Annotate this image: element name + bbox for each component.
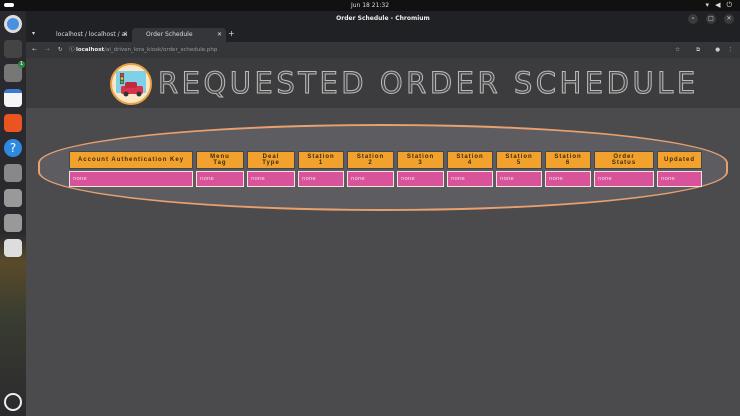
back-button[interactable]: ←: [32, 42, 37, 58]
close-tab-icon[interactable]: ✕: [123, 28, 128, 42]
close-window-button[interactable]: ✕: [724, 14, 734, 24]
column-header: Station 2: [347, 151, 394, 169]
table-cell: none: [594, 171, 654, 187]
window-titlebar: Order Schedule - Chromium – □ ✕: [26, 11, 740, 27]
tab-search-button[interactable]: ▾: [32, 30, 35, 37]
tab-phpmyadmin[interactable]: localhost / localhost / ai ✕: [42, 28, 132, 42]
dock: 1 ?: [0, 11, 26, 416]
url-field[interactable]: localhost/ai_driven_lora_kiosk/order_sch…: [76, 42, 217, 58]
extensions-icon[interactable]: ⧉: [696, 42, 700, 58]
app-icon[interactable]: [4, 189, 22, 207]
tab-label: Order Schedule: [146, 31, 193, 38]
column-header: Menu Tag: [196, 151, 244, 169]
wifi-icon: ▾: [705, 1, 710, 9]
table-cell: none: [347, 171, 394, 187]
table-cell: none: [447, 171, 493, 187]
column-header: Updated: [657, 151, 702, 169]
page-content: REQUESTED ORDER SCHEDULE Account Authent…: [26, 58, 740, 416]
column-header: Station 5: [496, 151, 542, 169]
maximize-button[interactable]: □: [706, 14, 716, 24]
column-header: Order Status: [594, 151, 654, 169]
schedule-panel: Account Authentication Key Menu Tag Deal T…: [38, 124, 728, 211]
reload-button[interactable]: ↻: [58, 42, 63, 58]
profile-icon[interactable]: ●: [715, 42, 720, 58]
column-header: Station 4: [447, 151, 493, 169]
table-cell: none: [545, 171, 591, 187]
system-top-bar: Jun 18 21:32 ▾ ◀ ⏻: [0, 0, 740, 11]
browser-window: Order Schedule - Chromium – □ ✕ ▾ localhos…: [26, 11, 740, 416]
window-title: Order Schedule - Chromium: [336, 15, 430, 22]
table-row: none none none none none none none none none none…: [69, 171, 702, 187]
files-badge: 1: [18, 61, 25, 68]
column-header: Station 3: [397, 151, 444, 169]
clock[interactable]: Jun 18 21:32: [0, 2, 740, 9]
order-schedule-table: Account Authentication Key Menu Tag Deal T…: [66, 149, 705, 189]
tab-order-schedule[interactable]: Order Schedule ✕: [132, 28, 226, 42]
table-cell: none: [196, 171, 244, 187]
minimize-button[interactable]: –: [688, 14, 698, 24]
usb-drive-icon[interactable]: [4, 214, 22, 232]
power-icon: ⏻: [726, 1, 732, 9]
site-info-icon[interactable]: ⓘ: [69, 42, 75, 58]
column-header: Account Authentication Key: [69, 151, 193, 169]
url-path: /ai_driven_lora_kiosk/order_schedule.php: [104, 47, 218, 53]
table-cell: none: [69, 171, 193, 187]
show-apps-icon[interactable]: [4, 393, 22, 411]
column-header: Deal Type: [247, 151, 295, 169]
logo: [110, 63, 152, 105]
text-editor-icon[interactable]: [4, 89, 22, 107]
tab-strip: ▾ localhost / localhost / ai ✕ Order Sche…: [26, 27, 740, 42]
column-header: Station 6: [545, 151, 591, 169]
address-bar: ← → ↻ ⓘ localhost/ai_driven_lora_kiosk/o…: [26, 42, 740, 58]
forward-button[interactable]: →: [45, 42, 50, 58]
help-icon[interactable]: ?: [4, 139, 22, 157]
table-cell: none: [657, 171, 702, 187]
menu-icon[interactable]: ⋮: [728, 42, 734, 58]
new-tab-button[interactable]: +: [228, 29, 235, 38]
page-header: REQUESTED ORDER SCHEDULE: [26, 58, 740, 108]
bookmark-star-icon[interactable]: ☆: [675, 42, 680, 58]
table-cell: none: [298, 171, 344, 187]
trash-icon[interactable]: [4, 239, 22, 257]
files-icon[interactable]: 1: [4, 61, 25, 82]
table-cell: none: [397, 171, 444, 187]
close-tab-icon[interactable]: ✕: [217, 28, 222, 42]
page-title: REQUESTED ORDER SCHEDULE: [158, 66, 699, 101]
volume-icon: ◀: [715, 1, 721, 9]
app-center-icon[interactable]: [4, 114, 22, 132]
chromium-icon[interactable]: [4, 15, 22, 33]
terminal-icon[interactable]: [4, 40, 22, 58]
tab-label: localhost / localhost / ai: [56, 31, 127, 38]
column-header: Station 1: [298, 151, 344, 169]
system-tray[interactable]: ▾ ◀ ⏻: [706, 1, 732, 10]
settings-icon[interactable]: [4, 164, 22, 182]
table-cell: none: [496, 171, 542, 187]
table-cell: none: [247, 171, 295, 187]
url-host: localhost: [76, 47, 105, 53]
